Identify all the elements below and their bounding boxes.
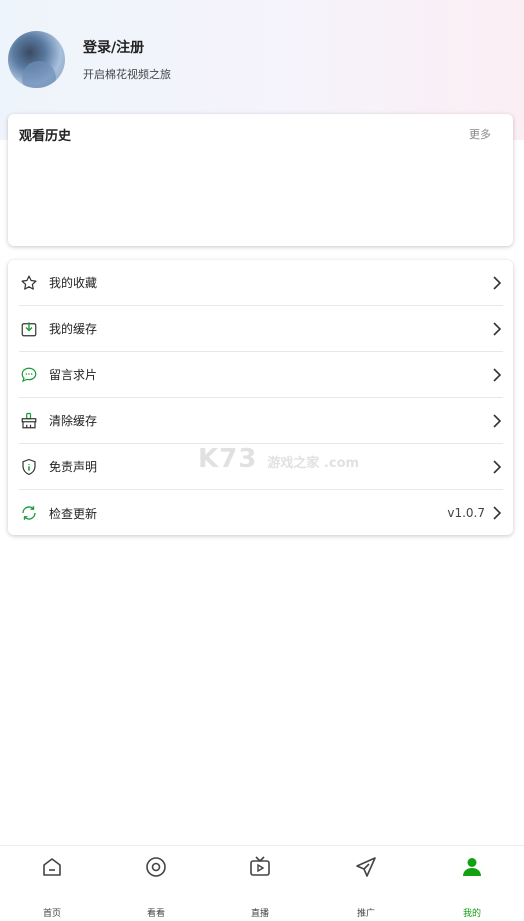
menu-item-clear-cache[interactable]: 清除缓存 (19, 398, 503, 444)
chevron-right-icon (493, 321, 502, 336)
chevron-right-icon (493, 413, 502, 428)
tab-label: 首页 (42, 909, 61, 919)
menu-item-request[interactable]: 留言求片 (19, 352, 503, 398)
download-icon (19, 319, 39, 339)
tab-home[interactable]: 首页 (0, 846, 104, 921)
avatar[interactable] (8, 31, 65, 88)
tab-label: 推广 (356, 909, 375, 919)
watermark-text: K73 (198, 444, 258, 474)
tab-label: 我的 (462, 909, 481, 919)
menu-item-cache[interactable]: 我的缓存 (19, 306, 503, 352)
menu-item-favorites[interactable]: 我的收藏 (19, 260, 503, 306)
tab-mine[interactable]: 我的 (420, 846, 524, 921)
chevron-right-icon (493, 459, 502, 474)
tv-icon (250, 856, 270, 876)
tab-label: 看看 (146, 909, 165, 919)
watch-history-title: 观看历史 (19, 129, 72, 144)
login-register-link[interactable]: 登录/注册 (83, 37, 171, 57)
broom-icon (19, 411, 39, 431)
chevron-right-icon (493, 275, 502, 290)
menu-item-label: 留言求片 (49, 368, 98, 382)
refresh-icon (19, 503, 39, 523)
paper-plane-icon (356, 857, 376, 877)
watermark-sub: 游戏之家 .com (267, 456, 360, 471)
profile-section[interactable]: 登录/注册 开启棉花视频之旅 (8, 31, 171, 88)
bottom-tab-bar: 首页 看看 直播 推广 我的 (0, 845, 524, 921)
circle-icon (146, 857, 166, 877)
home-icon (43, 858, 61, 876)
tab-label: 直播 (250, 909, 269, 919)
shield-icon (19, 457, 39, 477)
chevron-right-icon (493, 506, 502, 520)
user-icon (463, 858, 481, 876)
watch-history-more-link[interactable]: 更多 (469, 126, 491, 142)
settings-menu: 我的收藏 我的缓存 留言求片 清除缓存 免责声明 检查更新 v1.0.7 (8, 260, 513, 535)
menu-item-label: 我的收藏 (49, 276, 98, 290)
version-value: v1.0.7 (447, 506, 485, 520)
menu-item-label: 我的缓存 (49, 322, 98, 336)
menu-item-check-update[interactable]: 检查更新 v1.0.7 (19, 490, 503, 536)
tab-watch[interactable]: 看看 (104, 846, 208, 921)
tab-live[interactable]: 直播 (208, 846, 312, 921)
star-icon (19, 273, 39, 293)
message-icon (19, 365, 39, 385)
profile-subtitle: 开启棉花视频之旅 (83, 68, 171, 81)
menu-item-label: 清除缓存 (49, 414, 98, 428)
watch-history-card: 观看历史 更多 (8, 114, 513, 246)
chevron-right-icon (493, 367, 502, 382)
watermark: K73 游戏之家 .com (198, 444, 359, 474)
menu-item-label: 检查更新 (49, 506, 98, 521)
tab-promote[interactable]: 推广 (314, 846, 418, 921)
